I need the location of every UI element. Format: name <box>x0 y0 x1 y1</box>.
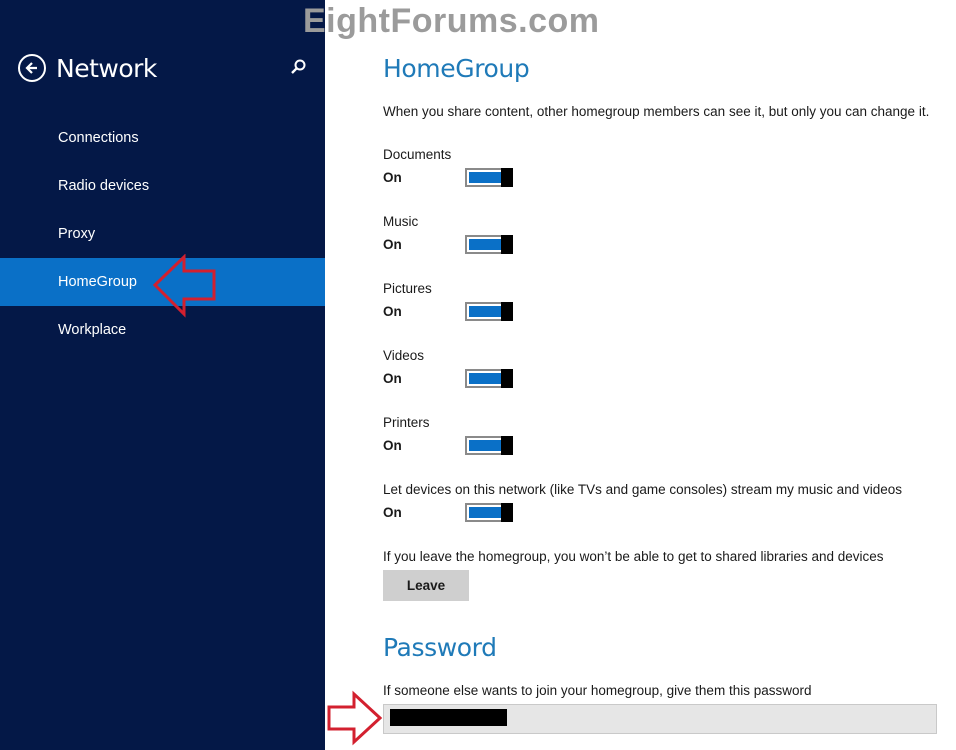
toggle-videos: Videos On <box>383 348 943 398</box>
leave-button[interactable]: Leave <box>383 570 469 601</box>
password-field[interactable] <box>383 704 937 734</box>
sidebar: Network Connections Radio devices Proxy … <box>0 0 325 750</box>
toggle-state: On <box>383 170 402 185</box>
sidebar-item-label: Radio devices <box>58 178 150 194</box>
toggle-state: On <box>383 304 402 319</box>
toggle-printers: Printers On <box>383 415 943 465</box>
toggle-state: On <box>383 505 402 520</box>
redaction-bar <box>390 709 507 726</box>
back-arrow-icon <box>25 62 37 74</box>
music-toggle-switch[interactable] <box>465 235 513 254</box>
password-heading: Password <box>383 633 497 662</box>
toggle-label: Printers <box>383 415 430 430</box>
toggle-media-streaming: Let devices on this network (like TVs an… <box>383 482 943 532</box>
page-title: HomeGroup <box>383 54 530 83</box>
sidebar-item-label: HomeGroup <box>58 274 137 290</box>
toggle-label: Pictures <box>383 281 432 296</box>
back-button[interactable] <box>18 54 46 82</box>
printers-toggle-switch[interactable] <box>465 436 513 455</box>
sidebar-item-radio-devices[interactable]: Radio devices <box>0 162 325 210</box>
sidebar-item-label: Connections <box>58 130 139 146</box>
toggle-label: Videos <box>383 348 425 363</box>
pictures-toggle-switch[interactable] <box>465 302 513 321</box>
toggle-state: On <box>383 438 402 453</box>
toggle-label: Let devices on this network (like TVs an… <box>383 482 902 497</box>
annotation-arrow-icon <box>152 254 216 318</box>
search-button[interactable] <box>288 58 308 78</box>
documents-toggle-switch[interactable] <box>465 168 513 187</box>
sidebar-item-label: Proxy <box>58 226 96 242</box>
watermark-logo: EightForums.com <box>303 2 600 40</box>
annotation-arrow-icon <box>327 690 383 746</box>
toggle-label: Documents <box>383 147 452 162</box>
sidebar-item-connections[interactable]: Connections <box>0 114 325 162</box>
password-description: If someone else wants to join your homeg… <box>383 683 812 698</box>
sidebar-item-proxy[interactable]: Proxy <box>0 210 325 258</box>
toggle-state: On <box>383 237 402 252</box>
toggle-documents: Documents On <box>383 147 943 197</box>
videos-toggle-switch[interactable] <box>465 369 513 388</box>
toggle-music: Music On <box>383 214 943 264</box>
sidebar-title: Network <box>56 53 157 83</box>
leave-note: If you leave the homegroup, you won’t be… <box>383 549 884 564</box>
toggle-label: Music <box>383 214 419 229</box>
toggle-state: On <box>383 371 402 386</box>
media-streaming-toggle-switch[interactable] <box>465 503 513 522</box>
sidebar-header: Network <box>18 52 157 84</box>
homegroup-description: When you share content, other homegroup … <box>383 104 930 119</box>
search-icon <box>291 59 306 74</box>
sidebar-item-label: Workplace <box>58 322 127 338</box>
toggle-pictures: Pictures On <box>383 281 943 331</box>
